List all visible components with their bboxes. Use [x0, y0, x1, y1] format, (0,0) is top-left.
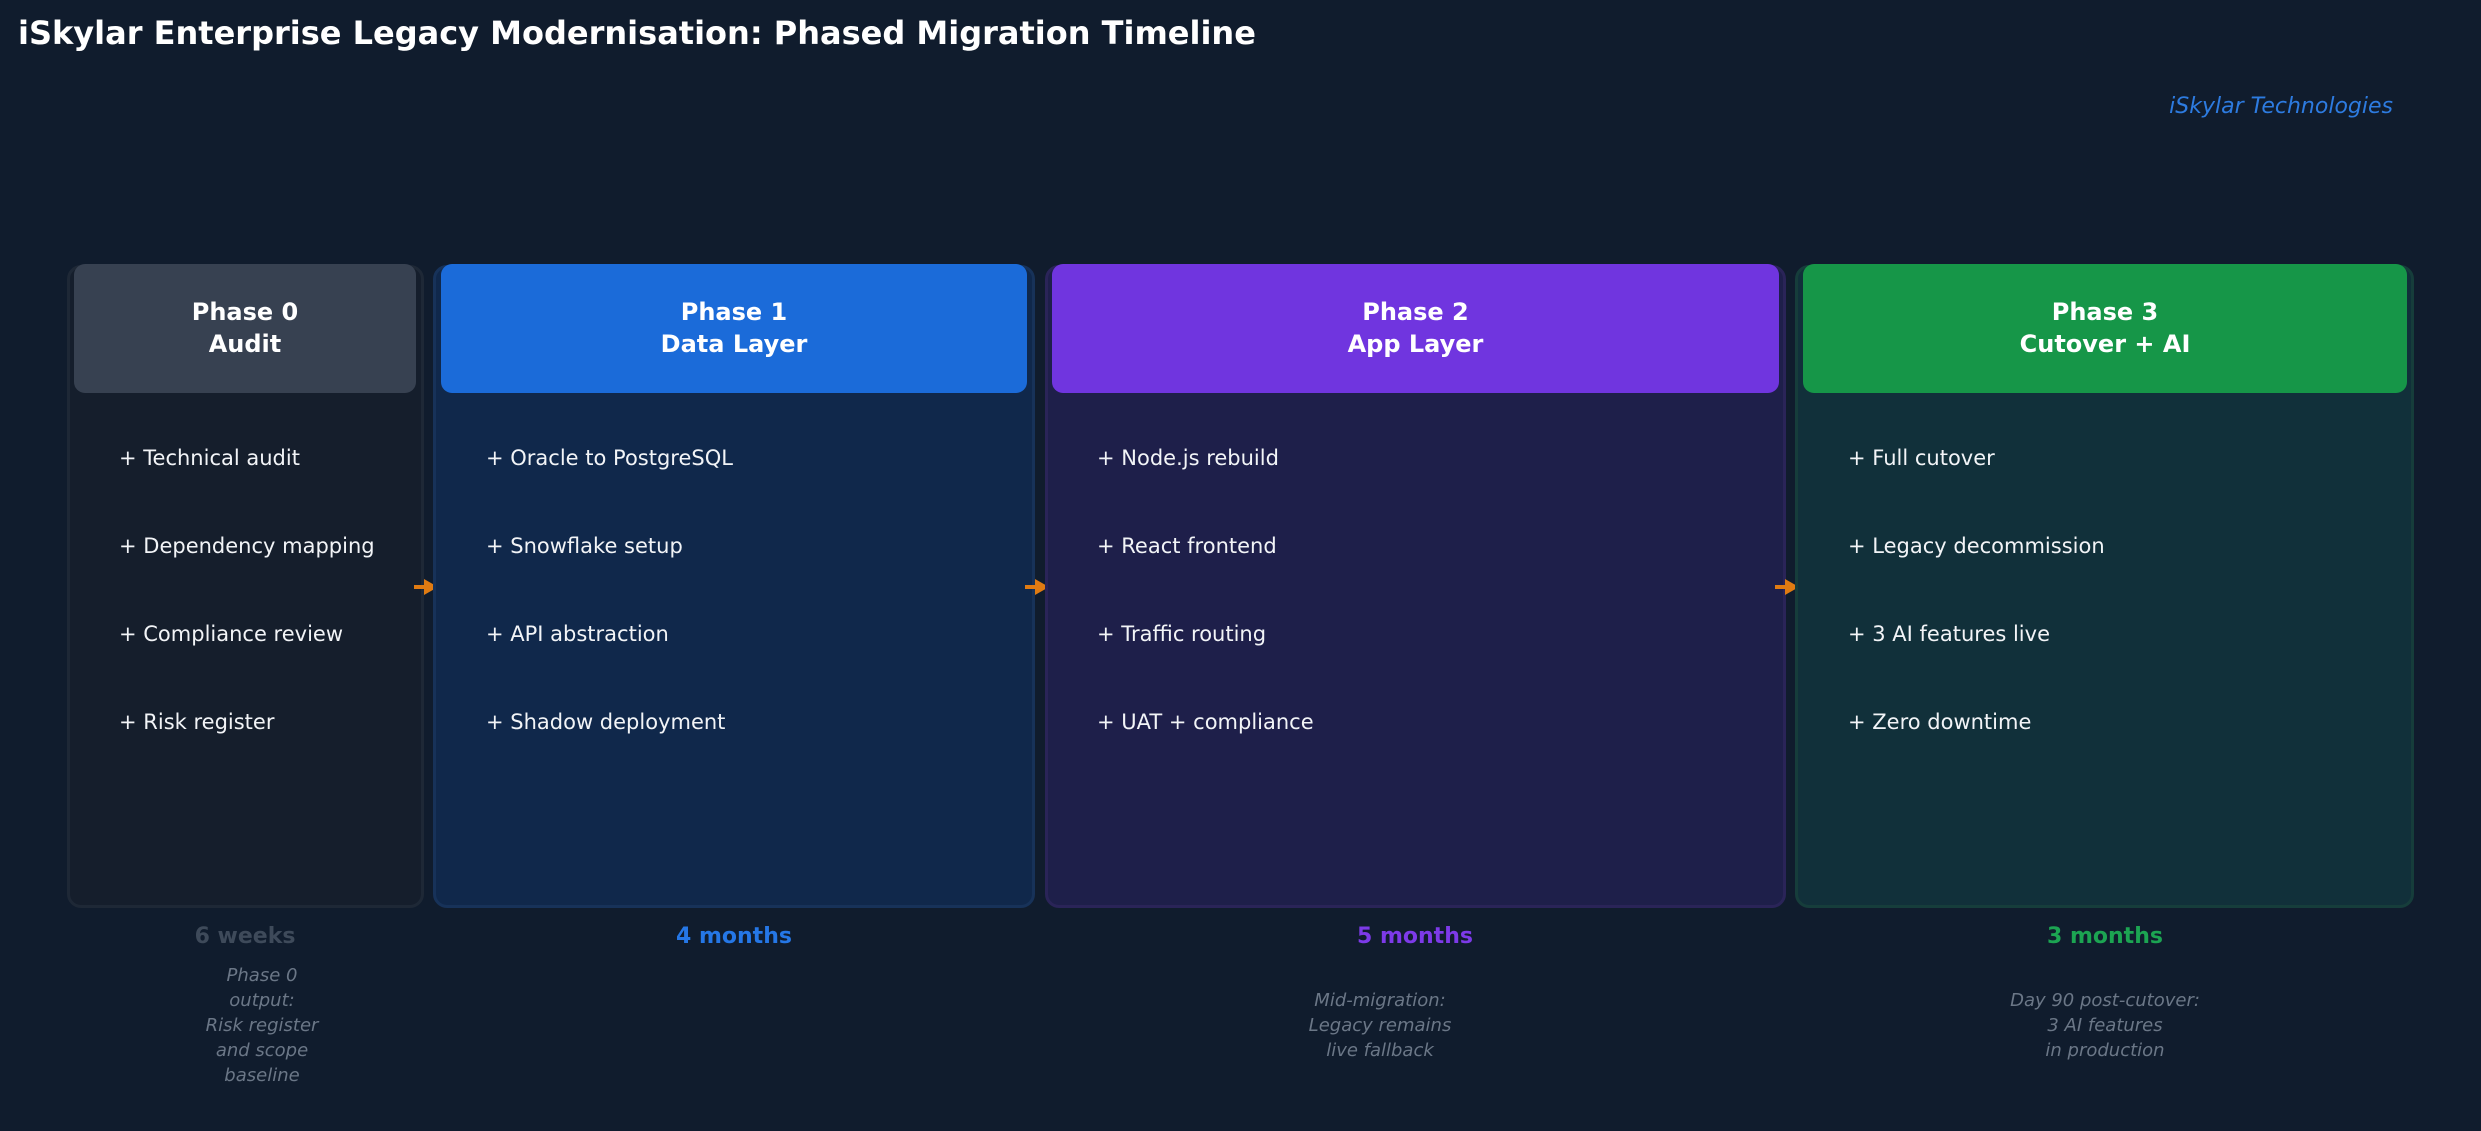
- phase-0-header: Phase 0 Audit: [74, 264, 416, 393]
- phase-2-duration: 5 months: [1357, 924, 1473, 949]
- phase-0-task: + Risk register: [119, 710, 275, 734]
- phase-1-tasks: + Oracle to PostgreSQL + Snowflake setup…: [486, 448, 733, 812]
- phase-3-name: Cutover + AI: [2019, 329, 2191, 358]
- phase-1-number: Phase 1: [680, 298, 788, 327]
- phase-2-note: Mid-migration: Legacy remains live fallb…: [1308, 990, 1452, 1061]
- phase-1-task: + Shadow deployment: [486, 710, 726, 734]
- phase-0-name: Audit: [208, 329, 282, 358]
- phase-0-duration: 6 weeks: [194, 924, 296, 949]
- phase-2-task: + UAT + compliance: [1097, 710, 1314, 734]
- phase-1-duration: 4 months: [676, 924, 792, 949]
- phase-3-number: Phase 3: [2051, 298, 2159, 327]
- phase-3-duration: 3 months: [2047, 924, 2163, 949]
- phase-3-note: Day 90 post-cutover: 3 AI features in pr…: [2010, 990, 2200, 1061]
- migration-timeline-page: iSkylar Enterprise Legacy Modernisation:…: [0, 0, 2481, 1131]
- phase-0-tasks: + Technical audit + Dependency mapping +…: [119, 448, 375, 812]
- phase-0-number: Phase 0: [191, 298, 299, 327]
- phase-1-name: Data Layer: [660, 329, 808, 358]
- phase-3-header: Phase 3 Cutover + AI: [1803, 264, 2407, 393]
- phase-3-task: + Zero downtime: [1848, 710, 2032, 734]
- phase-2-name: App Layer: [1347, 329, 1484, 358]
- brand-label: iSkylar Technologies: [2169, 94, 2393, 119]
- phase-0-note: Phase 0 output: Risk register and scope …: [205, 965, 319, 1086]
- phase-2-tasks: + Node.js rebuild + React frontend + Tra…: [1097, 448, 1314, 812]
- phase-2-header: Phase 2 App Layer: [1052, 264, 1779, 393]
- page-title: iSkylar Enterprise Legacy Modernisation:…: [18, 14, 1256, 52]
- phase-1-header: Phase 1 Data Layer: [441, 264, 1027, 393]
- phase-2-number: Phase 2: [1362, 298, 1469, 327]
- phase-3-tasks: + Full cutover + Legacy decommission + 3…: [1848, 448, 2105, 812]
